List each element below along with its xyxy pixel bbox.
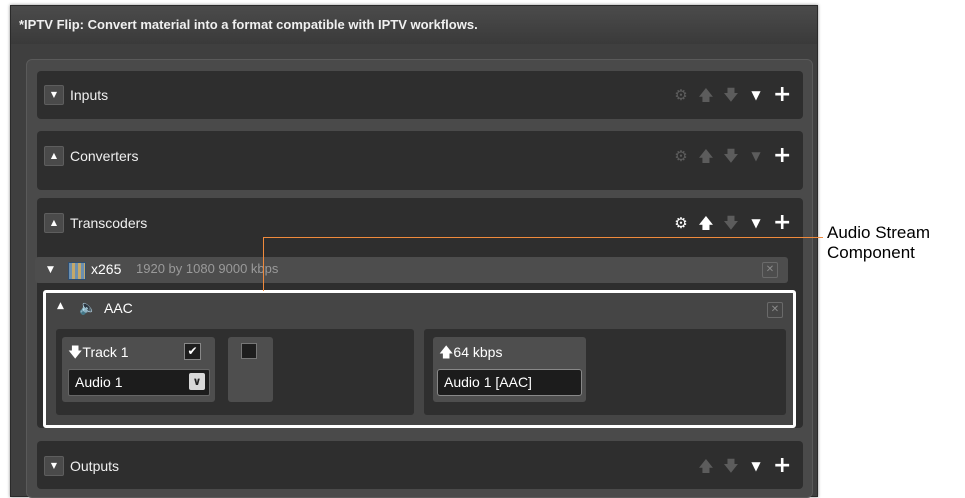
section-label-outputs: Outputs [70,458,120,474]
output-name-field[interactable]: Audio 1 [AAC] [437,369,582,396]
audio-outputs-panel: 🡅64 kbps Audio 1 [AAC] [424,329,786,415]
add-icon[interactable]: + [773,212,791,234]
add-icon[interactable]: + [773,455,791,477]
collapse-transcoders-button[interactable]: ▲ [44,213,64,233]
dropdown-icon[interactable]: ▼ [748,146,764,166]
window-title: *IPTV Flip: Convert material into a form… [11,6,817,44]
outputs-toolbar: 🡅 🡇 ▼ + [698,455,791,477]
close-icon[interactable]: ✕ [762,262,778,278]
dropdown-icon[interactable]: ▼ [748,456,764,476]
move-up-icon[interactable]: 🡅 [698,85,714,105]
audio-source-value: Audio 1 [75,374,123,390]
video-stream-bar[interactable]: ▼ x265 1920 by 1080 9000 kbps ✕ [35,257,788,283]
section-inputs: ▼ Inputs ⚙ 🡅 🡇 ▼ + [37,71,803,119]
expand-outputs-button[interactable]: ▼ [44,456,64,476]
move-down-icon[interactable]: 🡇 [723,213,739,233]
collapse-audio-stream-icon[interactable]: ▲ [57,301,64,311]
move-down-icon[interactable]: 🡇 [723,85,739,105]
video-codec-details: 1920 by 1080 9000 kbps [136,261,279,276]
gear-icon[interactable]: ⚙ [673,85,689,105]
callout-label: Audio Stream Component [827,223,965,263]
speaker-icon: 🔈 [79,300,97,316]
empty-track-checkbox[interactable] [241,343,257,359]
audio-source-select[interactable]: Audio 1 ∨ [68,369,210,396]
dropdown-icon[interactable]: ▼ [748,85,764,105]
add-icon[interactable]: + [773,145,791,167]
section-label-converters: Converters [70,148,139,164]
callout-line-vertical [263,237,264,291]
add-icon[interactable]: + [773,84,791,106]
audio-codec-name: AAC [104,300,133,316]
gear-icon[interactable]: ⚙ [673,213,689,233]
audio-stream-component: ▲ 🔈 AAC ✕ 🡇Track 1 ✔ Audio 1 ∨ 🡅64 kbps … [43,290,796,428]
audio-stream-header[interactable]: ▲ 🔈 AAC ✕ [46,293,793,325]
chevron-down-icon[interactable]: ∨ [189,373,205,390]
callout-line1: Audio Stream [827,223,930,242]
expand-video-stream-icon[interactable]: ▼ [47,261,54,279]
bitrate-card: 🡅64 kbps Audio 1 [AAC] [433,337,586,402]
video-codec-name: x265 [91,261,122,277]
track-card: 🡇Track 1 ✔ Audio 1 ∨ [62,337,215,402]
move-down-icon[interactable]: 🡇 [723,456,739,476]
output-arrow-icon: 🡅 [439,344,454,360]
move-down-icon[interactable]: 🡇 [723,146,739,166]
track-checkbox[interactable]: ✔ [184,343,201,360]
audio-inputs-panel: 🡇Track 1 ✔ Audio 1 ∨ [56,329,414,415]
dropdown-icon[interactable]: ▼ [748,213,764,233]
gear-icon[interactable]: ⚙ [673,146,689,166]
section-label-inputs: Inputs [70,87,109,103]
collapse-converters-button[interactable]: ▲ [44,146,64,166]
section-outputs: ▼ Outputs 🡅 🡇 ▼ + [37,441,803,489]
track-label: 🡇Track 1 [68,344,129,360]
input-arrow-icon: 🡇 [68,344,83,360]
section-converters: ▲ Converters ⚙ 🡅 🡇 ▼ + [37,131,803,190]
move-up-icon[interactable]: 🡅 [698,456,714,476]
bitrate-label: 🡅64 kbps [439,344,503,360]
converters-toolbar: ⚙ 🡅 🡇 ▼ + [673,145,791,167]
move-up-icon[interactable]: 🡅 [698,213,714,233]
callout-line [263,237,823,238]
film-icon [68,262,86,280]
close-icon[interactable]: ✕ [767,302,783,318]
expand-inputs-button[interactable]: ▼ [44,85,64,105]
move-up-icon[interactable]: 🡅 [698,146,714,166]
empty-track-card [228,337,273,402]
section-label-transcoders: Transcoders [70,215,148,231]
transcoders-toolbar: ⚙ 🡅 🡇 ▼ + [673,212,791,234]
output-name-value: Audio 1 [AAC] [444,374,532,390]
inputs-toolbar: ⚙ 🡅 🡇 ▼ + [673,84,791,106]
callout-line2: Component [827,243,915,262]
